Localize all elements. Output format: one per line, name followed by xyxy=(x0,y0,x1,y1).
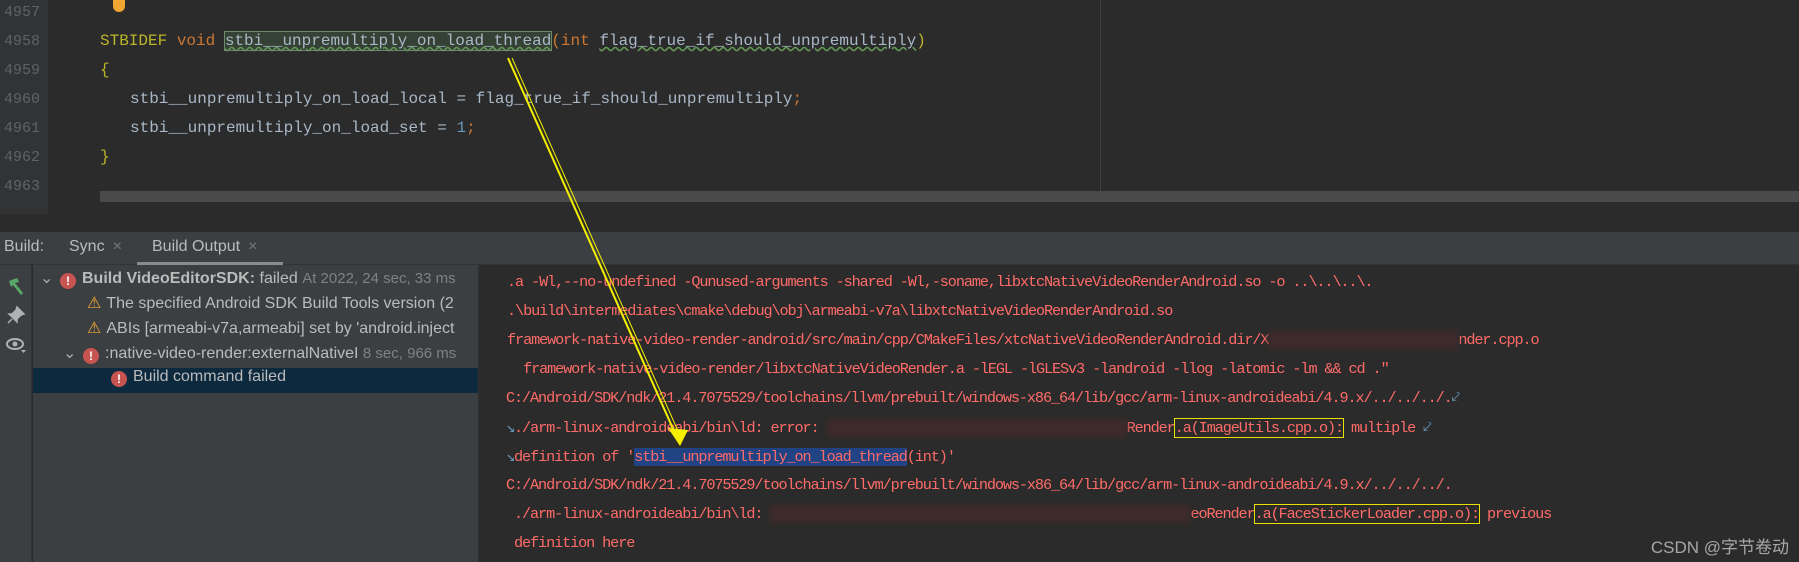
annotation-arrow xyxy=(507,57,688,446)
arrow-head xyxy=(668,428,688,446)
arrow-line xyxy=(511,57,683,441)
arrow-line xyxy=(507,57,679,441)
